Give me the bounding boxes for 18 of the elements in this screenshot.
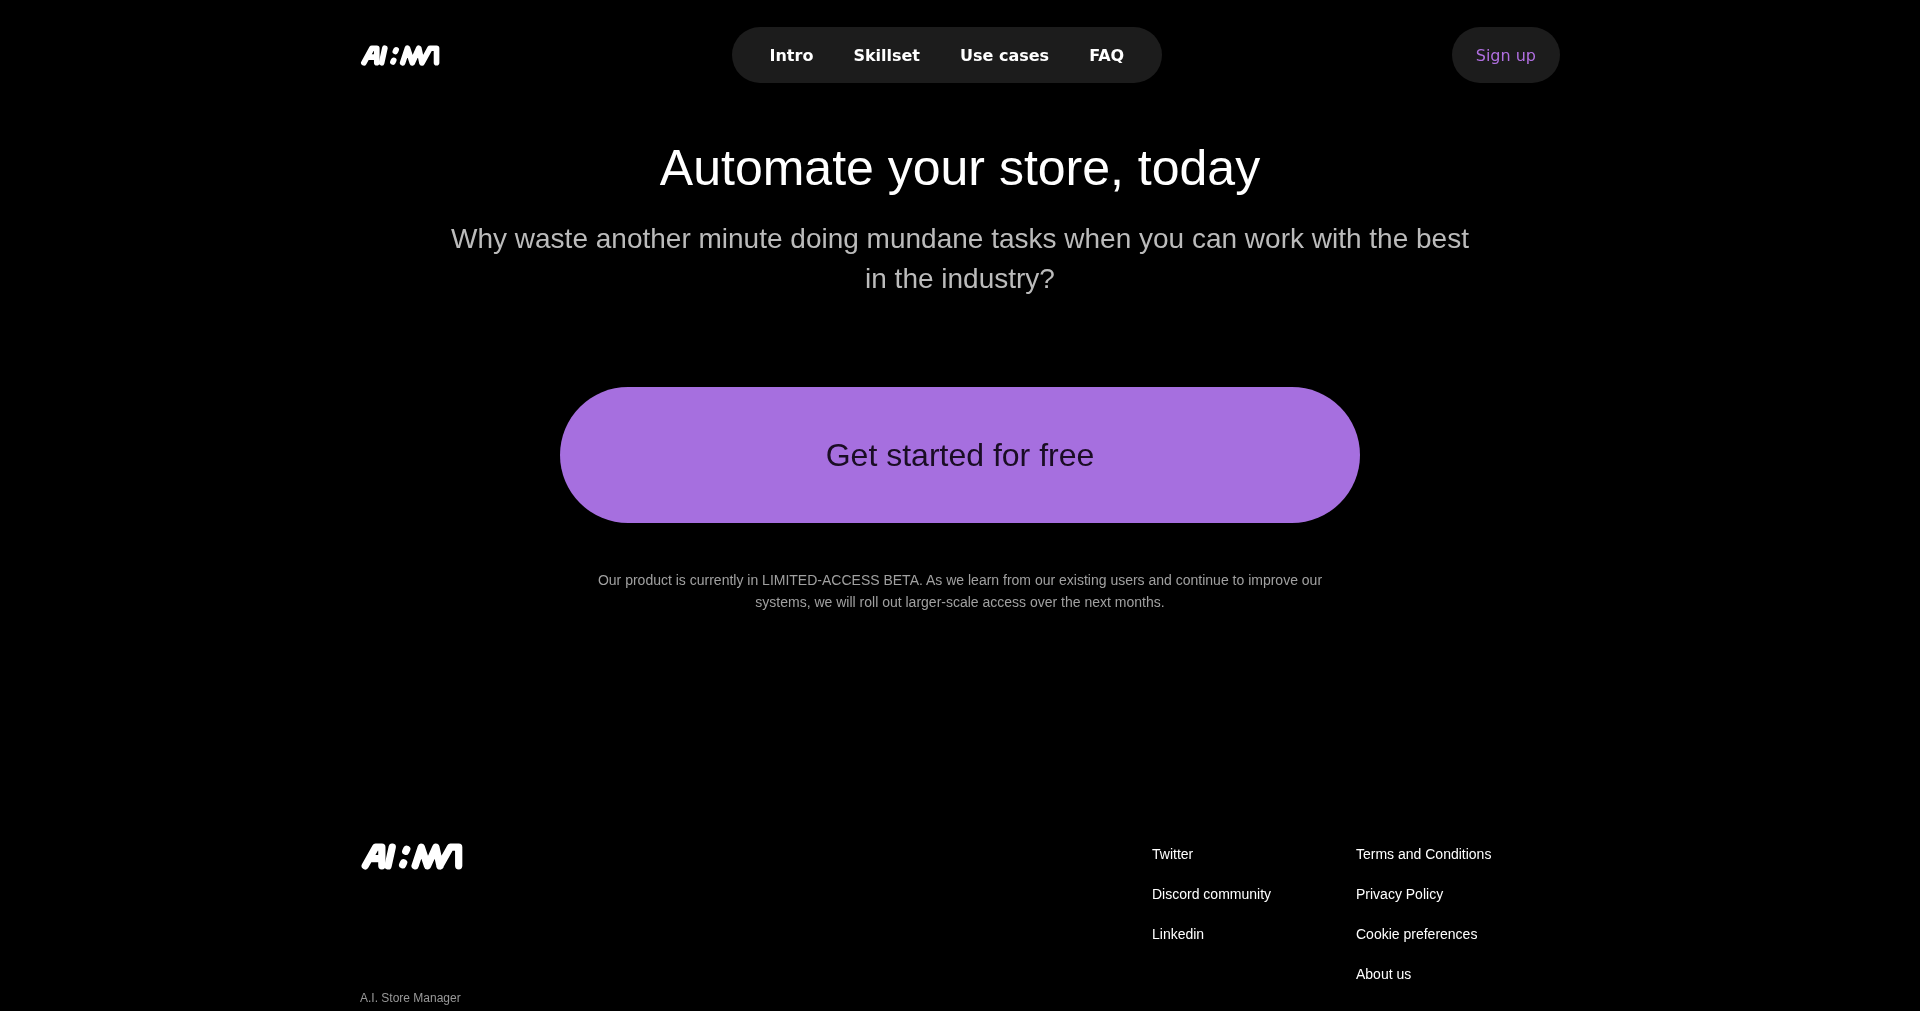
footer-link[interactable]: Cookie preferences — [1356, 925, 1560, 943]
footer-link[interactable]: Privacy Policy — [1356, 885, 1560, 903]
beta-note: Our product is currently in LIMITED-ACCESS BETA. As we learn from our existing users and continue to improve our systems, we will roll out larger-scale access over the next months. — [596, 571, 1324, 612]
hero-subtitle: Why waste another minute doing mundane tasks when you can work with the best in the industry? — [450, 222, 1470, 296]
hero-title: Automate your store, today — [659, 139, 1261, 197]
footer-link[interactable]: Terms and Conditions — [1356, 845, 1560, 863]
nav-link[interactable]: Intro — [749, 45, 834, 65]
footer-link[interactable]: About us — [1356, 965, 1560, 983]
footer-link[interactable]: Twitter — [1152, 845, 1356, 863]
signup-button[interactable]: Sign up — [1451, 27, 1560, 83]
nav-link[interactable]: Skillset — [833, 45, 940, 65]
get-started-button[interactable]: Get started for free — [560, 387, 1360, 523]
nav-link[interactable]: Use cases — [940, 45, 1070, 65]
footer-link[interactable]: Linkedin — [1152, 925, 1356, 943]
tagline: A.I. Store Manager — [360, 991, 462, 1005]
footer-link[interactable]: Discord community — [1152, 885, 1356, 903]
logo-icon — [360, 44, 442, 66]
nav-link[interactable]: FAQ — [1069, 45, 1145, 65]
